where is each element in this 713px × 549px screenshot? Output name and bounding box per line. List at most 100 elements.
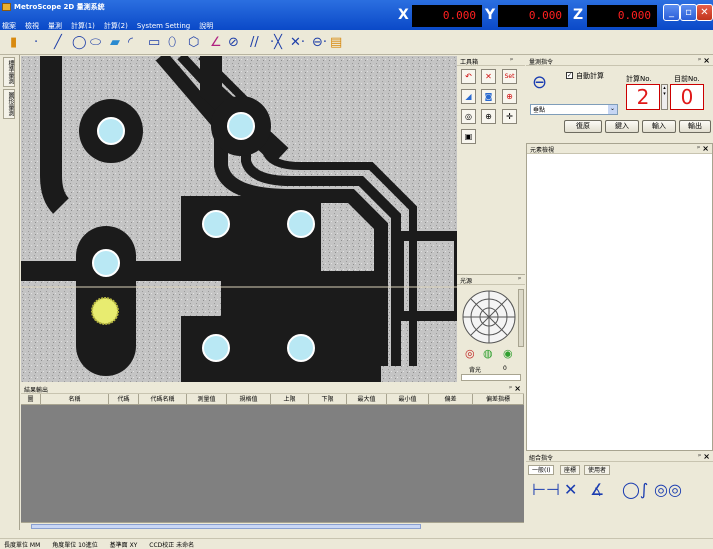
pin-icon[interactable]: ᵖ <box>698 57 701 64</box>
circles-icon[interactable]: ◎◎ <box>654 480 682 499</box>
backlight-value: 0 <box>503 365 507 372</box>
cross-icon[interactable]: ✕· <box>290 36 305 49</box>
light-title: 光源 <box>460 278 473 285</box>
dimension-icon[interactable]: ⊘ <box>228 36 239 49</box>
target-icon[interactable]: ⊕ <box>502 89 517 104</box>
col-max[interactable]: 最大值 <box>347 394 387 405</box>
ring-light-icon[interactable]: ◉ <box>503 347 513 360</box>
sidebar-tab-standard[interactable]: 標準量測 <box>3 57 15 87</box>
window-icon[interactable]: ▣ <box>461 129 476 144</box>
calc-no-spinner[interactable]: ▴ ▾ <box>661 84 668 110</box>
toolbox-header: 工具箱 ᵖ <box>457 56 525 66</box>
rectangle-icon[interactable]: ▭ <box>148 36 160 49</box>
parallel-icon[interactable]: // <box>250 36 259 49</box>
plane-icon[interactable]: ▰ <box>110 36 120 49</box>
slot-icon[interactable]: ⬯ <box>168 36 176 49</box>
angle-icon[interactable]: ∡ <box>590 480 604 499</box>
menu-view[interactable]: 檢視 <box>25 21 39 31</box>
current-no-display: 0 <box>670 84 704 110</box>
close-icon[interactable]: × <box>702 144 709 153</box>
close-icon[interactable]: ✕ <box>696 4 713 21</box>
pin-icon[interactable]: ᵖ <box>698 453 701 460</box>
intersection-icon[interactable]: ✕ <box>564 480 577 499</box>
col-code[interactable]: 代碼 <box>109 394 139 405</box>
center-icon[interactable]: ⊖· <box>312 36 327 49</box>
grid-icon[interactable]: ⊕ <box>481 109 496 124</box>
col-measured[interactable]: 測量值 <box>187 394 227 405</box>
crosshair-icon[interactable]: ✛ <box>502 109 517 124</box>
tab-user[interactable]: 使用者 <box>584 465 611 475</box>
measure-type-select[interactable]: 垂點 ⌄ <box>530 104 618 115</box>
col-spec[interactable]: 規格值 <box>227 394 271 405</box>
point-measure-icon: ⊖ <box>532 72 548 93</box>
toolbox-panel: 工具箱 ᵖ ↶ ✕ Set ◢ ◙ ⊕ ◎ ⊕ ✛ ▣ <box>457 56 525 274</box>
arc-icon[interactable]: ◜ <box>128 36 133 49</box>
auto-calc-checkbox[interactable]: ✓ <box>566 72 573 79</box>
surface-light-icon[interactable]: ◍ <box>483 347 493 360</box>
results-hscrollbar[interactable] <box>21 522 524 530</box>
calc-no-label: 計算No. <box>626 75 652 83</box>
camera-view[interactable] <box>21 56 457 382</box>
edge-icon[interactable]: ◢ <box>461 89 476 104</box>
enter-button[interactable]: 鍵入 <box>605 120 639 133</box>
col-deviation[interactable]: 偏差 <box>429 394 473 405</box>
angle-icon[interactable]: ∠ <box>210 36 222 49</box>
line-icon[interactable]: ╱ <box>54 36 62 49</box>
col-deviation-index[interactable]: 偏差指標 <box>473 394 524 405</box>
element-view-panel[interactable]: 元素檢視 ᵖ × <box>526 143 713 451</box>
input-button[interactable]: 輸入 <box>642 120 676 133</box>
polygon-icon[interactable]: ⬡ <box>188 36 199 49</box>
reset-button[interactable]: 復原 <box>564 120 602 133</box>
close-icon[interactable]: × <box>703 452 710 461</box>
close-icon[interactable]: × <box>514 384 521 393</box>
tab-general[interactable]: 一般(I) <box>528 465 555 475</box>
pin-icon[interactable]: ᵖ <box>697 145 700 152</box>
app-icon <box>2 3 11 11</box>
menu-calc2[interactable]: 計算(2) <box>104 21 128 31</box>
undo-icon[interactable]: ↶ <box>461 69 476 84</box>
col-code-name[interactable]: 代碼名稱 <box>139 394 187 405</box>
intersect-icon[interactable]: ·╳ <box>270 36 282 49</box>
col-figure[interactable]: 圖 <box>21 394 41 405</box>
camera-icon[interactable]: ◙ <box>481 89 496 104</box>
tab-coordinate[interactable]: 座標 <box>560 465 581 475</box>
circle-icon[interactable]: ◯ <box>72 36 87 49</box>
delete-icon[interactable]: ✕ <box>481 69 496 84</box>
ellipse-icon[interactable]: ⬭ <box>90 36 101 49</box>
results-header: 結果輸出 ᵖ × <box>21 384 524 394</box>
sidebar-tab-graphic[interactable]: 圖形量測 <box>3 89 15 119</box>
menu-help[interactable]: 說明 <box>199 21 213 31</box>
backlight-slider[interactable] <box>461 374 521 381</box>
ring-light-selector[interactable] <box>461 289 517 345</box>
coaxial-light-icon[interactable]: ◎ <box>465 347 475 360</box>
chevron-down-icon[interactable]: ⌄ <box>608 105 617 114</box>
export-icon[interactable]: ▤ <box>330 36 342 49</box>
col-lower[interactable]: 下限 <box>309 394 347 405</box>
pin-icon[interactable]: ᵖ <box>509 385 512 392</box>
light-scrollbar[interactable] <box>518 289 524 347</box>
close-icon[interactable]: × <box>703 56 710 65</box>
output-button[interactable]: 輸出 <box>679 120 711 133</box>
light-header: 光源 ᵖ <box>457 275 525 285</box>
distance-icon[interactable]: ⊢⊣ <box>532 480 560 499</box>
maximize-icon[interactable]: ▫ <box>680 4 697 21</box>
minimize-icon[interactable]: _ <box>663 4 680 21</box>
col-name[interactable]: 名稱 <box>41 394 109 405</box>
arc-fit-icon[interactable]: ◯∫ <box>622 480 648 499</box>
set-button[interactable]: Set <box>502 69 517 84</box>
combo-header: 組合指令 ᵖ × <box>526 452 713 462</box>
menu-system-setting[interactable]: System Setting <box>137 22 190 30</box>
menu-file[interactable]: 檔案 <box>2 21 16 31</box>
point-icon[interactable]: · <box>34 36 38 49</box>
current-no-label: 目前No. <box>674 75 700 83</box>
col-upper[interactable]: 上限 <box>271 394 309 405</box>
scroll-thumb[interactable] <box>31 524 421 529</box>
col-min[interactable]: 最小值 <box>387 394 429 405</box>
menu-measure[interactable]: 量測 <box>48 21 62 31</box>
focus-icon[interactable]: ◎ <box>461 109 476 124</box>
open-icon[interactable]: ▮ <box>10 36 17 49</box>
toolbox-title: 工具箱 <box>460 59 479 66</box>
menu-calc1[interactable]: 計算(1) <box>71 21 95 31</box>
pin-icon[interactable]: ᵖ <box>518 276 521 283</box>
pin-icon[interactable]: ᵖ <box>510 57 513 64</box>
